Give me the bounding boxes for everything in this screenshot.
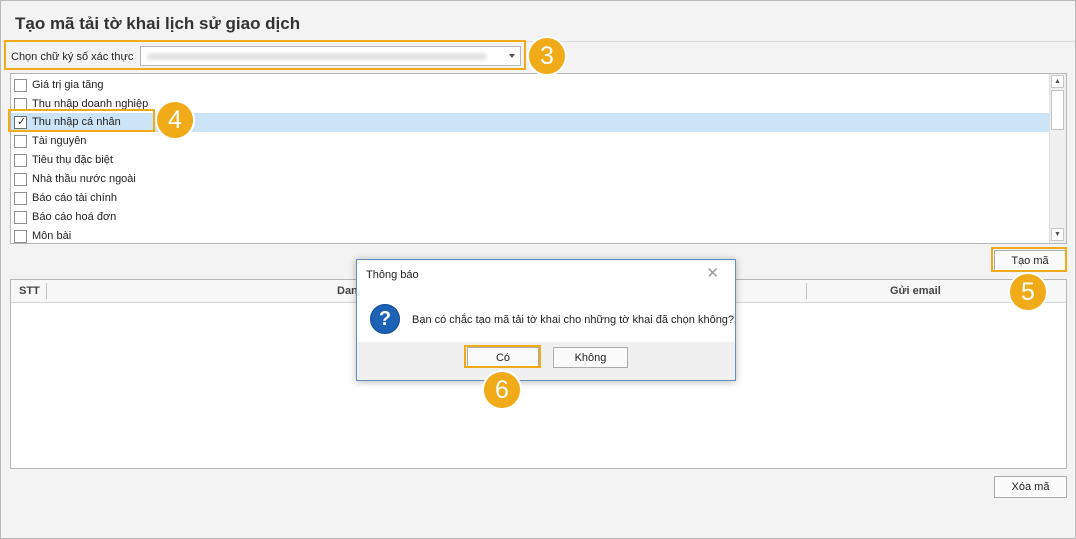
dialog-message: Bạn có chắc tạo mã tải tờ khai cho những… xyxy=(412,314,735,326)
highlight-yes-button xyxy=(464,345,541,368)
list-item[interactable]: Báo cáo tài chính xyxy=(11,189,1050,208)
list-item-label: Môn bài xyxy=(32,230,72,242)
step-badge-6: 6 xyxy=(482,370,522,410)
checkbox[interactable] xyxy=(14,173,27,186)
list-item-label: Tài nguyên xyxy=(32,135,87,147)
dialog-footer xyxy=(357,342,735,380)
confirm-dialog: Thông báo ✕ ? Bạn có chắc tạo mã tải tờ … xyxy=(356,259,736,381)
checkbox[interactable] xyxy=(14,154,27,167)
highlight-selected-item xyxy=(8,109,155,132)
column-divider xyxy=(46,283,47,299)
checkbox[interactable] xyxy=(14,135,27,148)
step-badge-3: 3 xyxy=(527,36,567,76)
list-item[interactable]: Báo cáo hoá đơn xyxy=(11,208,1050,227)
list-item[interactable]: Tiêu thụ đặc biệt xyxy=(11,151,1050,170)
scroll-up-icon[interactable]: ▲ xyxy=(1051,75,1064,88)
checkbox[interactable] xyxy=(14,211,27,224)
list-item-label: Tiêu thụ đặc biệt xyxy=(32,154,113,166)
window-title: Tạo mã tải tờ khai lịch sử giao dịch xyxy=(15,14,301,33)
scroll-thumb[interactable] xyxy=(1051,90,1064,130)
list-item-label: Nhà thầu nước ngoài xyxy=(32,173,136,185)
checkbox[interactable] xyxy=(14,230,27,243)
dialog-title: Thông báo xyxy=(366,269,419,281)
column-header-email[interactable]: Gửi email xyxy=(890,285,941,297)
list-item-label: Giá trị gia tăng xyxy=(32,79,104,91)
highlight-signature-row xyxy=(4,40,526,70)
list-item[interactable]: Giá trị gia tăng xyxy=(11,76,1050,95)
column-header-name[interactable]: Dan xyxy=(337,285,358,297)
scroll-down-icon[interactable]: ▼ xyxy=(1051,228,1064,241)
no-button[interactable]: Không xyxy=(553,347,628,368)
checkbox[interactable] xyxy=(14,79,27,92)
list-item-label: Báo cáo tài chính xyxy=(32,192,118,204)
checkbox[interactable] xyxy=(14,192,27,205)
tax-type-list[interactable]: Giá trị gia tăng Thu nhập doanh nghiệp ✓… xyxy=(10,73,1067,244)
column-divider xyxy=(806,283,807,299)
question-icon: ? xyxy=(370,304,400,334)
list-item-label: Báo cáo hoá đơn xyxy=(32,211,117,223)
list-item[interactable]: Môn bài xyxy=(11,227,1050,243)
list-item[interactable]: Nhà thầu nước ngoài xyxy=(11,170,1050,189)
close-icon[interactable]: ✕ xyxy=(706,266,719,281)
list-scrollbar[interactable]: ▲ ▼ xyxy=(1049,74,1066,243)
highlight-create-button xyxy=(991,247,1067,272)
delete-code-button[interactable]: Xóa mã xyxy=(994,476,1067,498)
step-badge-5: 5 xyxy=(1008,272,1048,312)
step-badge-4: 4 xyxy=(155,100,195,140)
column-header-stt[interactable]: STT xyxy=(19,285,40,297)
